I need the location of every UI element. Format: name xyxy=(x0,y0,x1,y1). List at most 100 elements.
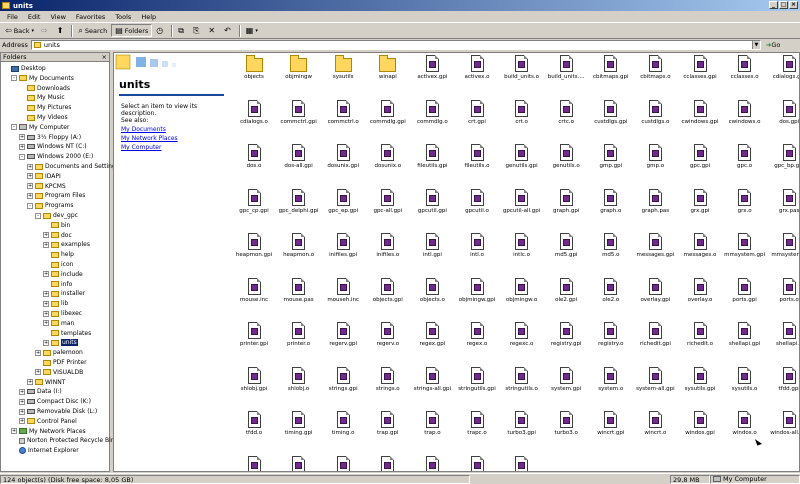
expand-icon[interactable]: + xyxy=(19,398,25,405)
expand-icon[interactable]: + xyxy=(19,408,25,415)
file-item[interactable]: timing.o xyxy=(318,411,368,436)
expand-icon[interactable]: + xyxy=(43,290,49,297)
file-item[interactable]: intlc.o xyxy=(497,233,547,258)
file-item[interactable]: ole2.o xyxy=(586,277,636,303)
file-item[interactable]: intl.o xyxy=(452,233,502,258)
copy-to-button[interactable]: ⎘ xyxy=(190,24,204,37)
file-item[interactable]: gpc-all.gpi xyxy=(363,188,413,214)
file-item[interactable]: sysutils xyxy=(318,55,368,80)
file-item[interactable]: trapc.o xyxy=(452,411,502,436)
tree-item[interactable]: Desktop xyxy=(3,64,46,73)
file-item[interactable]: richedit.o xyxy=(675,322,725,347)
file-item[interactable]: strings.gpi xyxy=(318,366,368,392)
file-item[interactable]: system.o xyxy=(586,366,636,392)
forward-button[interactable]: ⇨ xyxy=(38,24,53,37)
tree-item[interactable]: bin xyxy=(43,221,70,230)
history-button[interactable]: ◷ xyxy=(153,24,168,37)
file-item[interactable]: grx.pas xyxy=(764,188,799,214)
tree-item[interactable]: + Data (I:) xyxy=(19,387,62,396)
file-item[interactable]: crt.o xyxy=(497,99,547,125)
file-item[interactable]: activex.gpi xyxy=(407,55,457,80)
tree-item[interactable]: templates xyxy=(43,329,91,338)
expand-icon[interactable]: + xyxy=(27,183,33,190)
file-item[interactable]: crtc.o xyxy=(541,99,591,125)
tree-item[interactable]: + Compact Disc (K:) xyxy=(19,397,91,406)
address-dropdown-button[interactable]: ▼ xyxy=(751,41,760,49)
expand-icon[interactable]: + xyxy=(11,428,17,435)
tree-item[interactable]: + man xyxy=(43,319,74,328)
file-item[interactable]: tfdd.gpi xyxy=(764,366,799,392)
file-item[interactable]: ports.gpi xyxy=(720,277,770,303)
file-item[interactable]: regerv.gpi xyxy=(318,322,368,347)
file-item[interactable]: commctrl.gpi xyxy=(274,99,324,125)
tree-item[interactable]: Norton Protected Recycle Bin xyxy=(11,436,115,445)
file-item[interactable]: graph.gpi xyxy=(541,188,591,214)
collapse-icon[interactable]: - xyxy=(19,153,25,160)
file-item[interactable]: winsock.gpi xyxy=(363,455,413,471)
file-item[interactable]: system.gpi xyxy=(541,366,591,392)
tree-item[interactable]: + examples xyxy=(43,240,90,249)
tree-item[interactable]: + lib xyxy=(43,299,68,308)
file-item[interactable]: graph.pas xyxy=(630,188,680,214)
file-item[interactable]: overlay.o xyxy=(675,277,725,303)
back-button[interactable]: ⇦ Back ▾ xyxy=(2,24,37,37)
file-item[interactable]: md5.o xyxy=(586,233,636,258)
maximize-button[interactable]: □ xyxy=(779,1,788,9)
file-item[interactable]: custdlgs.gpi xyxy=(586,99,636,125)
close-button[interactable]: × xyxy=(789,1,798,9)
file-item[interactable]: tfdd.o xyxy=(229,411,279,436)
expand-icon[interactable]: + xyxy=(43,241,49,248)
tree-item[interactable]: - Programs xyxy=(27,201,73,210)
file-item[interactable]: objects xyxy=(229,55,279,80)
menu-help[interactable]: Help xyxy=(136,13,161,21)
file-item[interactable]: dos.gpi xyxy=(764,99,799,125)
file-item[interactable]: winsock.o xyxy=(407,455,457,471)
file-item[interactable]: cdialogs.o xyxy=(229,99,279,125)
undo-button[interactable]: ↶ xyxy=(221,24,236,37)
file-item[interactable]: gpc_bp.gpi xyxy=(764,144,799,169)
file-item[interactable]: winevent.pas xyxy=(318,455,368,471)
file-item[interactable]: mmsystem.gpi xyxy=(720,233,770,258)
tree-item[interactable]: - dev_gpc xyxy=(35,211,78,220)
file-item[interactable]: winapi xyxy=(363,55,413,80)
file-item[interactable]: windows.o xyxy=(274,455,324,471)
link-my-computer[interactable]: My Computer xyxy=(121,144,161,151)
file-item[interactable]: mmsystem.o xyxy=(764,233,799,258)
tree-item[interactable]: + IDAPI xyxy=(27,172,61,181)
menu-file[interactable]: File xyxy=(2,13,23,21)
file-item[interactable]: commdlg.o xyxy=(407,99,457,125)
file-item[interactable]: activex.o xyxy=(452,55,502,80)
tree-item[interactable]: + KPCMS xyxy=(27,182,66,191)
file-item[interactable]: turbo3.gpi xyxy=(497,411,547,436)
tree-item[interactable]: + Removable Disk (L:) xyxy=(19,407,97,416)
file-item[interactable]: regex.o xyxy=(452,322,502,347)
file-item[interactable]: trap.gpi xyxy=(363,411,413,436)
file-item[interactable]: gpcutil-all.gpi xyxy=(497,188,547,214)
up-button[interactable]: ⬆ xyxy=(54,24,69,37)
file-item[interactable]: dos.o xyxy=(229,144,279,169)
tree-item[interactable]: + doc xyxy=(43,231,72,240)
file-item[interactable]: inifiles.gpi xyxy=(318,233,368,258)
tree-item[interactable]: - My Documents xyxy=(11,74,74,83)
file-item[interactable]: regerv.o xyxy=(363,322,413,347)
file-item[interactable]: heapmon.o xyxy=(274,233,324,258)
file-item[interactable]: wintypes.gpi xyxy=(452,455,502,471)
file-item[interactable]: shlobj.gpi xyxy=(229,366,279,392)
file-item[interactable]: commdlg.gpi xyxy=(363,99,413,125)
tree-item[interactable]: + palemoon xyxy=(35,348,83,357)
tree-item[interactable]: info xyxy=(43,280,72,289)
file-item[interactable]: gpc_cp.gpi xyxy=(229,188,279,214)
file-item[interactable]: overlay.gpi xyxy=(630,277,680,303)
file-item[interactable]: custdlgs.o xyxy=(630,99,680,125)
file-item[interactable]: gpc.o xyxy=(720,144,770,169)
file-item[interactable]: system-all.gpi xyxy=(630,366,680,392)
file-item[interactable]: shellapi.o xyxy=(764,322,799,347)
file-item[interactable]: dosunix.gpi xyxy=(318,144,368,169)
file-item[interactable]: sysutils.gpi xyxy=(675,366,725,392)
file-item[interactable]: shlobj.o xyxy=(274,366,324,392)
file-item[interactable]: strings-all.gpi xyxy=(407,366,457,392)
tree-item[interactable]: icon xyxy=(43,260,73,269)
file-item[interactable]: intl.gpi xyxy=(407,233,457,258)
link-my-documents[interactable]: My Documents xyxy=(121,126,166,133)
delete-button[interactable]: ✕ xyxy=(205,24,220,37)
